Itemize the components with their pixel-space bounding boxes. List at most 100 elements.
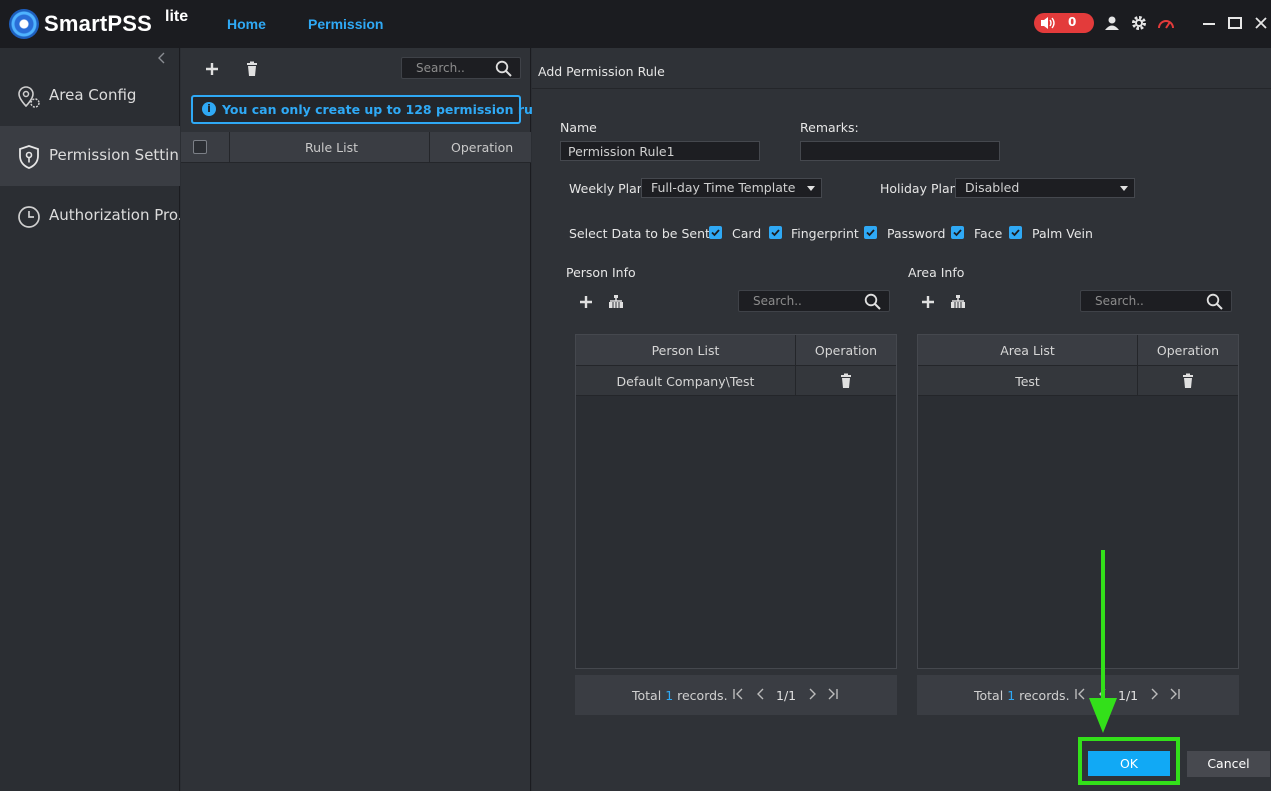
checkbox-label-palm-vein: Palm Vein	[1032, 226, 1093, 241]
search-placeholder: Search..	[753, 294, 802, 308]
form-title: Add Permission Rule	[538, 64, 665, 79]
column-divider	[429, 132, 430, 163]
trash-icon[interactable]	[839, 373, 853, 388]
rule-list-panel: Search.. i You can only create up to 128…	[181, 48, 558, 791]
total-count: 1	[1007, 688, 1016, 703]
checkbox-card[interactable]	[709, 226, 722, 239]
select-all-checkbox[interactable]	[193, 140, 207, 154]
name-label: Name	[560, 120, 597, 135]
app-logo-icon	[9, 9, 39, 39]
collapse-sidebar-icon[interactable]	[155, 51, 169, 65]
tab-home[interactable]: Home	[227, 16, 266, 32]
sidebar-item-label: Area Config	[49, 86, 137, 104]
column-divider	[795, 335, 796, 396]
area-info-title: Area Info	[908, 265, 965, 280]
area-search-input[interactable]: Search..	[1080, 290, 1232, 312]
total-suffix: records.	[677, 688, 728, 703]
person-list-table: Person List Operation Default Company\Te…	[575, 334, 897, 669]
checkbox-label-face: Face	[974, 226, 1003, 241]
delete-icon[interactable]	[244, 61, 260, 77]
location-gear-icon	[18, 86, 40, 108]
total-records: Total 1 records.	[632, 688, 728, 703]
app-name-suffix: lite	[165, 8, 189, 25]
ok-button[interactable]: OK	[1088, 751, 1170, 776]
person-info-title: Person Info	[566, 265, 636, 280]
weekly-plan-value: Full-day Time Template	[651, 180, 796, 195]
org-tree-icon[interactable]	[950, 294, 966, 310]
checkbox-label-password: Password	[887, 226, 946, 241]
checkbox-label-card: Card	[732, 226, 762, 241]
sidebar-item-authorization-progress[interactable]: Authorization Pro...	[0, 186, 180, 246]
maximize-icon[interactable]	[1226, 14, 1244, 32]
gear-icon[interactable]	[1130, 14, 1148, 32]
person-search-input[interactable]: Search..	[738, 290, 890, 312]
search-icon[interactable]	[495, 60, 512, 77]
previous-page-icon[interactable]	[755, 688, 767, 700]
area-pager: Total 1 records. 1/1	[917, 675, 1239, 715]
add-rule-form: Add Permission Rule Name Permission Rule…	[532, 48, 1271, 791]
app-name: SmartPSS	[44, 11, 152, 36]
user-icon[interactable]	[1103, 14, 1121, 32]
tab-permission[interactable]: Permission	[308, 16, 383, 32]
checkbox-fingerprint[interactable]	[769, 226, 782, 239]
person-pager: Total 1 records. 1/1	[575, 675, 897, 715]
weekly-plan-label: Weekly Plan:	[569, 181, 649, 196]
green-arrow-annotation	[1089, 550, 1117, 733]
table-row[interactable]: Default Company\Test	[576, 366, 896, 396]
name-field[interactable]: Permission Rule1	[560, 141, 760, 161]
remarks-field[interactable]	[800, 141, 1000, 161]
add-icon[interactable]	[204, 61, 220, 77]
checkbox-palm-vein[interactable]	[1009, 226, 1022, 239]
search-icon[interactable]	[1206, 293, 1223, 310]
rule-list-header: Rule List Operation	[181, 132, 531, 163]
chevron-down-icon	[1120, 186, 1128, 191]
column-divider	[1137, 335, 1138, 396]
checkbox-face[interactable]	[951, 226, 964, 239]
next-page-icon[interactable]	[1148, 688, 1160, 700]
holiday-plan-label: Holiday Plan:	[880, 181, 962, 196]
rule-search-input[interactable]: Search..	[401, 57, 521, 79]
column-header-rule-list: Rule List	[305, 140, 359, 155]
holiday-plan-select[interactable]: Disabled	[955, 178, 1135, 198]
sidebar: Area Config Permission Settin... Authori…	[0, 48, 180, 791]
info-icon: i	[202, 102, 216, 116]
search-icon[interactable]	[864, 293, 881, 310]
shield-key-icon	[19, 145, 39, 169]
sidebar-item-label: Permission Settin...	[49, 146, 180, 164]
sidebar-item-area-config[interactable]: Area Config	[0, 66, 180, 126]
add-person-icon[interactable]	[578, 294, 594, 310]
first-page-icon[interactable]	[732, 688, 744, 700]
minimize-icon[interactable]	[1200, 14, 1218, 32]
total-prefix: Total	[632, 688, 662, 703]
area-list-table: Area List Operation Test	[917, 334, 1239, 669]
area-name-cell: Test	[1015, 374, 1040, 389]
column-header-person-list: Person List	[651, 343, 720, 358]
rule-limit-notice: i You can only create up to 128 permissi…	[191, 95, 558, 124]
add-area-icon[interactable]	[920, 294, 936, 310]
holiday-plan-value: Disabled	[965, 180, 1020, 195]
close-icon[interactable]	[1252, 14, 1270, 32]
next-page-icon[interactable]	[806, 688, 818, 700]
search-placeholder: Search..	[416, 61, 465, 75]
last-page-icon[interactable]	[827, 688, 839, 700]
search-placeholder: Search..	[1095, 294, 1144, 308]
title-bar: SmartPSS lite Home Permission 0	[0, 0, 1271, 48]
performance-gauge-icon[interactable]	[1157, 14, 1175, 32]
alarm-badge[interactable]: 0	[1034, 13, 1094, 33]
table-header: Area List Operation	[918, 335, 1238, 366]
total-prefix: Total	[974, 688, 1004, 703]
cancel-button[interactable]: Cancel	[1187, 751, 1270, 777]
org-tree-icon[interactable]	[608, 294, 624, 310]
clock-icon	[18, 206, 40, 228]
column-header-operation: Operation	[1156, 343, 1220, 358]
speaker-icon	[1041, 17, 1055, 29]
checkbox-password[interactable]	[864, 226, 877, 239]
trash-icon[interactable]	[1181, 373, 1195, 388]
table-row[interactable]: Test	[918, 366, 1238, 396]
weekly-plan-select[interactable]: Full-day Time Template	[641, 178, 822, 198]
total-records: Total 1 records.	[974, 688, 1070, 703]
sidebar-item-permission-settings[interactable]: Permission Settin...	[0, 126, 180, 186]
column-divider	[229, 132, 230, 163]
last-page-icon[interactable]	[1169, 688, 1181, 700]
notice-text: You can only create up to 128 permission…	[222, 102, 558, 117]
